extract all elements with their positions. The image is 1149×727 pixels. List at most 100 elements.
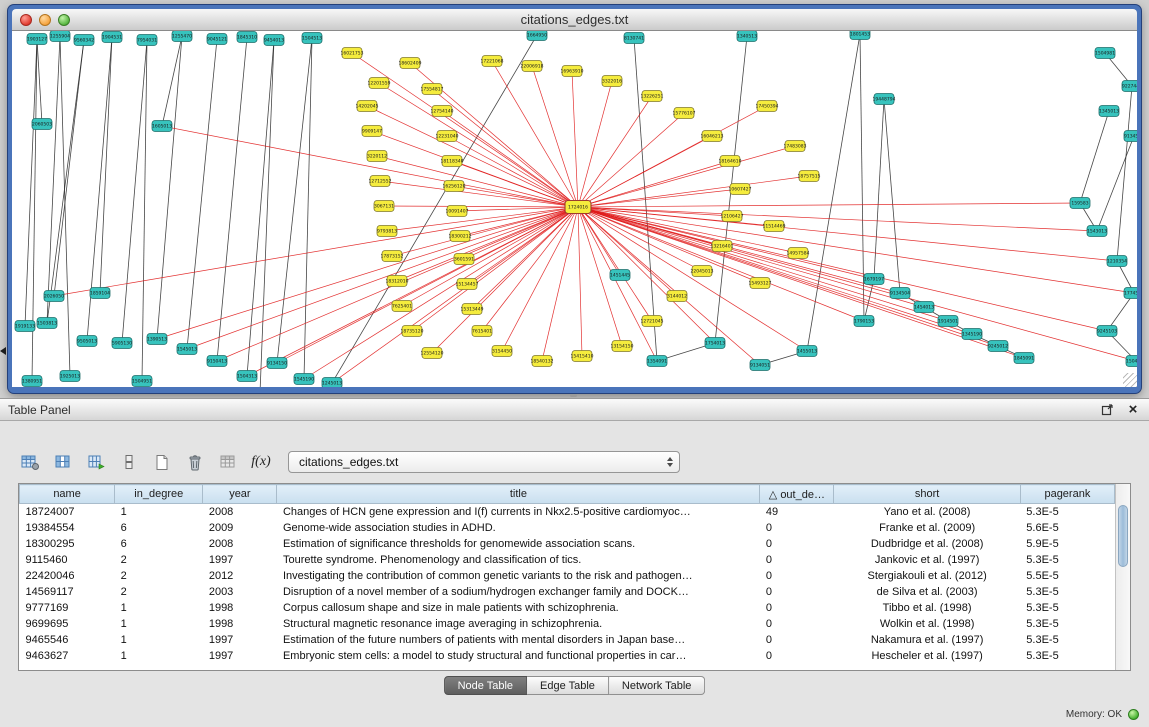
graph-node[interactable]: 1504981 (1095, 48, 1115, 59)
graph-node[interactable]: 15415410 (571, 351, 594, 362)
table-cell[interactable]: 1 (115, 632, 203, 648)
graph-node[interactable]: 1801453 (850, 31, 870, 40)
minimize-window-button[interactable] (39, 14, 51, 26)
graph-node[interactable]: 19448794 (873, 94, 896, 105)
graph-node[interactable]: 9134501 (1124, 131, 1137, 142)
graph-node[interactable]: 3154450 (492, 346, 512, 357)
graph-node[interactable]: 9909147 (362, 126, 382, 137)
graph-node[interactable]: 7615401 (472, 326, 492, 337)
graph-node[interactable]: 16963910 (561, 66, 584, 77)
graph-node[interactable]: 1845091 (1014, 353, 1034, 364)
graph-node[interactable]: 3601591 (454, 254, 474, 265)
graph-node[interactable]: 159583 (1070, 198, 1090, 209)
graph-node[interactable]: 13216401 (711, 241, 734, 252)
graph-node[interactable]: 9227441 (1122, 81, 1137, 92)
graph-node[interactable]: 3144012 (667, 291, 687, 302)
table-cell[interactable]: 9777169 (20, 600, 115, 616)
table-cell[interactable]: 6 (115, 520, 203, 536)
table-cell[interactable]: 14569117 (20, 584, 115, 600)
row-tools-button[interactable] (117, 451, 141, 473)
graph-node[interactable]: 18735120 (401, 326, 424, 337)
table-row[interactable]: 1938455462009Genome-wide association stu… (20, 520, 1115, 536)
graph-node[interactable]: 14202045 (356, 101, 379, 112)
graph-node[interactable]: 3067131 (374, 201, 394, 212)
graph-node[interactable]: 17873152 (381, 251, 404, 262)
table-cell[interactable]: 2008 (203, 536, 277, 552)
table-cell[interactable]: 2009 (203, 520, 277, 536)
float-panel-icon[interactable] (1099, 402, 1115, 418)
graph-node[interactable]: 9134051 (750, 360, 770, 371)
table-cell[interactable]: Stergiakouli et al. (2012) (834, 568, 1020, 584)
graph-node[interactable]: 1774502 (1124, 288, 1137, 299)
table-cell[interactable]: Nakamura et al. (1997) (834, 632, 1020, 648)
column-header-5[interactable]: short (834, 485, 1020, 504)
graph-node[interactable]: 17554817 (421, 84, 444, 95)
table-cell[interactable]: 18300295 (20, 536, 115, 552)
graph-node[interactable]: 12712552 (369, 176, 392, 187)
table-cell[interactable]: Wolkin et al. (1998) (834, 616, 1020, 632)
graph-node[interactable]: 18164610 (719, 156, 742, 167)
graph-node[interactable]: 16256120 (443, 181, 466, 192)
graph-node[interactable]: 7625401 (392, 301, 412, 312)
graph-node[interactable]: 10091407 (446, 206, 469, 217)
table-cell[interactable]: 0 (760, 552, 834, 568)
table-cell[interactable]: 5.3E-5 (1020, 600, 1114, 616)
window-titlebar[interactable]: citations_edges.txt (12, 9, 1137, 31)
graph-node[interactable]: 13226251 (641, 91, 664, 102)
column-header-1[interactable]: in_degree (115, 485, 203, 504)
table-cell[interactable]: Yano et al. (2008) (834, 504, 1020, 520)
graph-node[interactable]: 16021753 (341, 48, 364, 59)
close-panel-icon[interactable]: × (1125, 402, 1141, 418)
table-cell[interactable]: 5.3E-5 (1020, 616, 1114, 632)
table-cell[interactable]: Tibbo et al. (1998) (834, 600, 1020, 616)
graph-node[interactable]: 1859104 (90, 288, 110, 299)
table-cell[interactable]: 1 (115, 648, 203, 664)
table-cell[interactable]: 22420046 (20, 568, 115, 584)
graph-node[interactable]: 1345013 (1099, 106, 1119, 117)
column-header-3[interactable]: title (277, 485, 760, 504)
graph-node[interactable]: 11514469 (763, 221, 786, 232)
table-cell[interactable]: 9465546 (20, 632, 115, 648)
graph-node[interactable]: 1255904 (50, 31, 70, 42)
graph-node[interactable]: 1345190 (962, 329, 982, 340)
delete-table-button[interactable] (183, 451, 207, 473)
graph-node[interactable]: 1245013 (322, 378, 342, 388)
graph-node[interactable]: 1451445 (610, 270, 630, 281)
table-cell[interactable]: 0 (760, 584, 834, 600)
table-cell[interactable]: Corpus callosum shape and size in male p… (277, 600, 760, 616)
zoom-window-button[interactable] (58, 14, 70, 26)
graph-node[interactable]: 1664950 (527, 31, 547, 41)
table-row[interactable]: 2242004622012Investigating the contribut… (20, 568, 1115, 584)
graph-node[interactable]: 1354091 (647, 356, 667, 367)
graph-node[interactable]: 1903127 (27, 34, 47, 45)
table-cell[interactable]: 2 (115, 584, 203, 600)
graph-node[interactable]: 1390513 (147, 334, 167, 345)
graph-node[interactable]: 1790153 (854, 316, 874, 327)
graph-node[interactable]: 18757515 (798, 171, 821, 182)
table-cell[interactable]: 5.5E-5 (1020, 568, 1114, 584)
graph-node[interactable]: 9134504 (890, 288, 910, 299)
table-cell[interactable]: 18724007 (20, 504, 115, 520)
table-cell[interactable]: 0 (760, 536, 834, 552)
graph-node[interactable]: 1210354 (1107, 256, 1127, 267)
table-cell[interactable]: Structural magnetic resonance image aver… (277, 616, 760, 632)
graph-node[interactable]: 1925013 (60, 371, 80, 382)
graph-node[interactable]: 15313449 (461, 304, 484, 315)
graph-node[interactable]: 1504513 (302, 33, 322, 44)
table-cell[interactable]: 6 (115, 536, 203, 552)
graph-node[interactable]: 1503813 (37, 318, 57, 329)
graph-node[interactable]: 10607427 (729, 184, 752, 195)
table-cell[interactable]: 0 (760, 632, 834, 648)
graph-node[interactable]: 1545190 (294, 374, 314, 385)
graph-node[interactable]: 8130741 (624, 33, 644, 44)
table-cell[interactable]: 9463627 (20, 648, 115, 664)
table-cell[interactable]: 2 (115, 552, 203, 568)
graph-node[interactable]: 1904531 (102, 32, 122, 43)
table-cell[interactable]: Franke et al. (2009) (834, 520, 1020, 536)
column-header-0[interactable]: name (20, 485, 115, 504)
table-row[interactable]: 946362711997Embryonic stem cells: a mode… (20, 648, 1115, 664)
graph-node[interactable]: 9045121 (207, 34, 227, 45)
table-cell[interactable]: Disruption of a novel member of a sodium… (277, 584, 760, 600)
table-row[interactable]: 1830029562008Estimation of significance … (20, 536, 1115, 552)
table-cell[interactable]: 2012 (203, 568, 277, 584)
